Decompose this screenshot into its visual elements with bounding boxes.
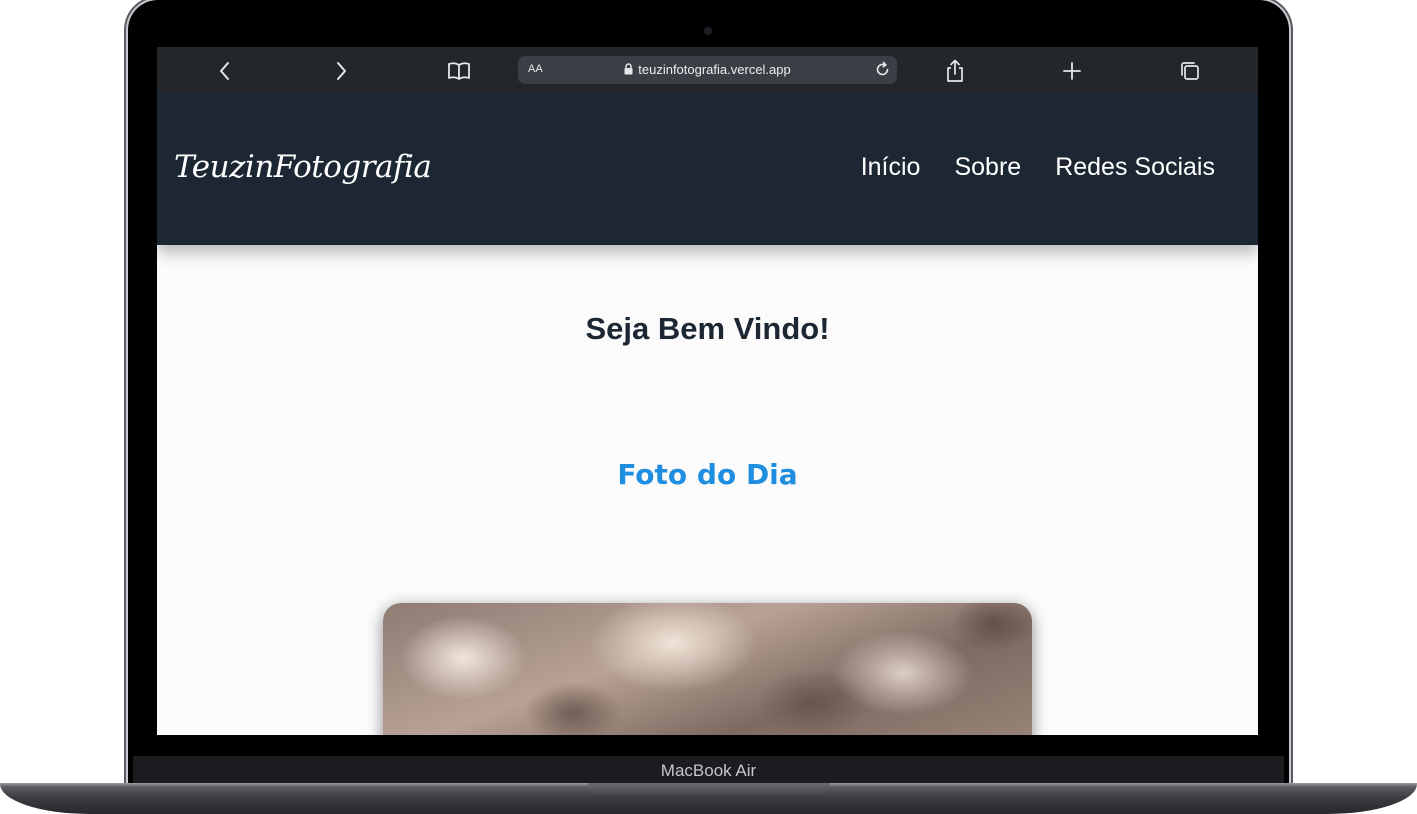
share-icon[interactable] bbox=[942, 58, 968, 84]
device-label: MacBook Air bbox=[660, 761, 757, 780]
nav-link-redes-sociais[interactable]: Redes Sociais bbox=[1055, 153, 1215, 182]
site-header: TeuzinFotografia Início Sobre Redes Soci… bbox=[157, 93, 1258, 245]
photo-of-the-day-title: Foto do Dia bbox=[617, 458, 798, 491]
lock-icon bbox=[624, 63, 633, 78]
camera-icon bbox=[704, 27, 712, 35]
welcome-heading: Seja Bem Vindo! bbox=[585, 311, 830, 346]
forward-icon[interactable] bbox=[328, 58, 354, 84]
url-text: teuzinfotografia.vercel.app bbox=[638, 62, 791, 77]
new-tab-icon[interactable] bbox=[1059, 58, 1085, 84]
nav-link-sobre[interactable]: Sobre bbox=[954, 153, 1021, 182]
back-icon[interactable] bbox=[212, 58, 238, 84]
site-logo[interactable]: TeuzinFotografia bbox=[174, 149, 432, 185]
laptop-notch bbox=[588, 783, 830, 795]
bookmarks-icon[interactable] bbox=[446, 58, 472, 84]
nav-link-inicio[interactable]: Início bbox=[861, 153, 921, 182]
browser-toolbar: AA teuzinfotografia.vercel.app bbox=[157, 47, 1258, 93]
screen: AA teuzinfotografia.vercel.app TeuzinFot… bbox=[157, 47, 1258, 735]
address-bar[interactable]: AA teuzinfotografia.vercel.app bbox=[518, 56, 897, 84]
main-nav: Início Sobre Redes Sociais bbox=[861, 153, 1215, 182]
reload-icon[interactable] bbox=[874, 61, 891, 83]
tabs-icon[interactable] bbox=[1177, 58, 1203, 84]
photo-of-the-day-image bbox=[383, 603, 1032, 735]
